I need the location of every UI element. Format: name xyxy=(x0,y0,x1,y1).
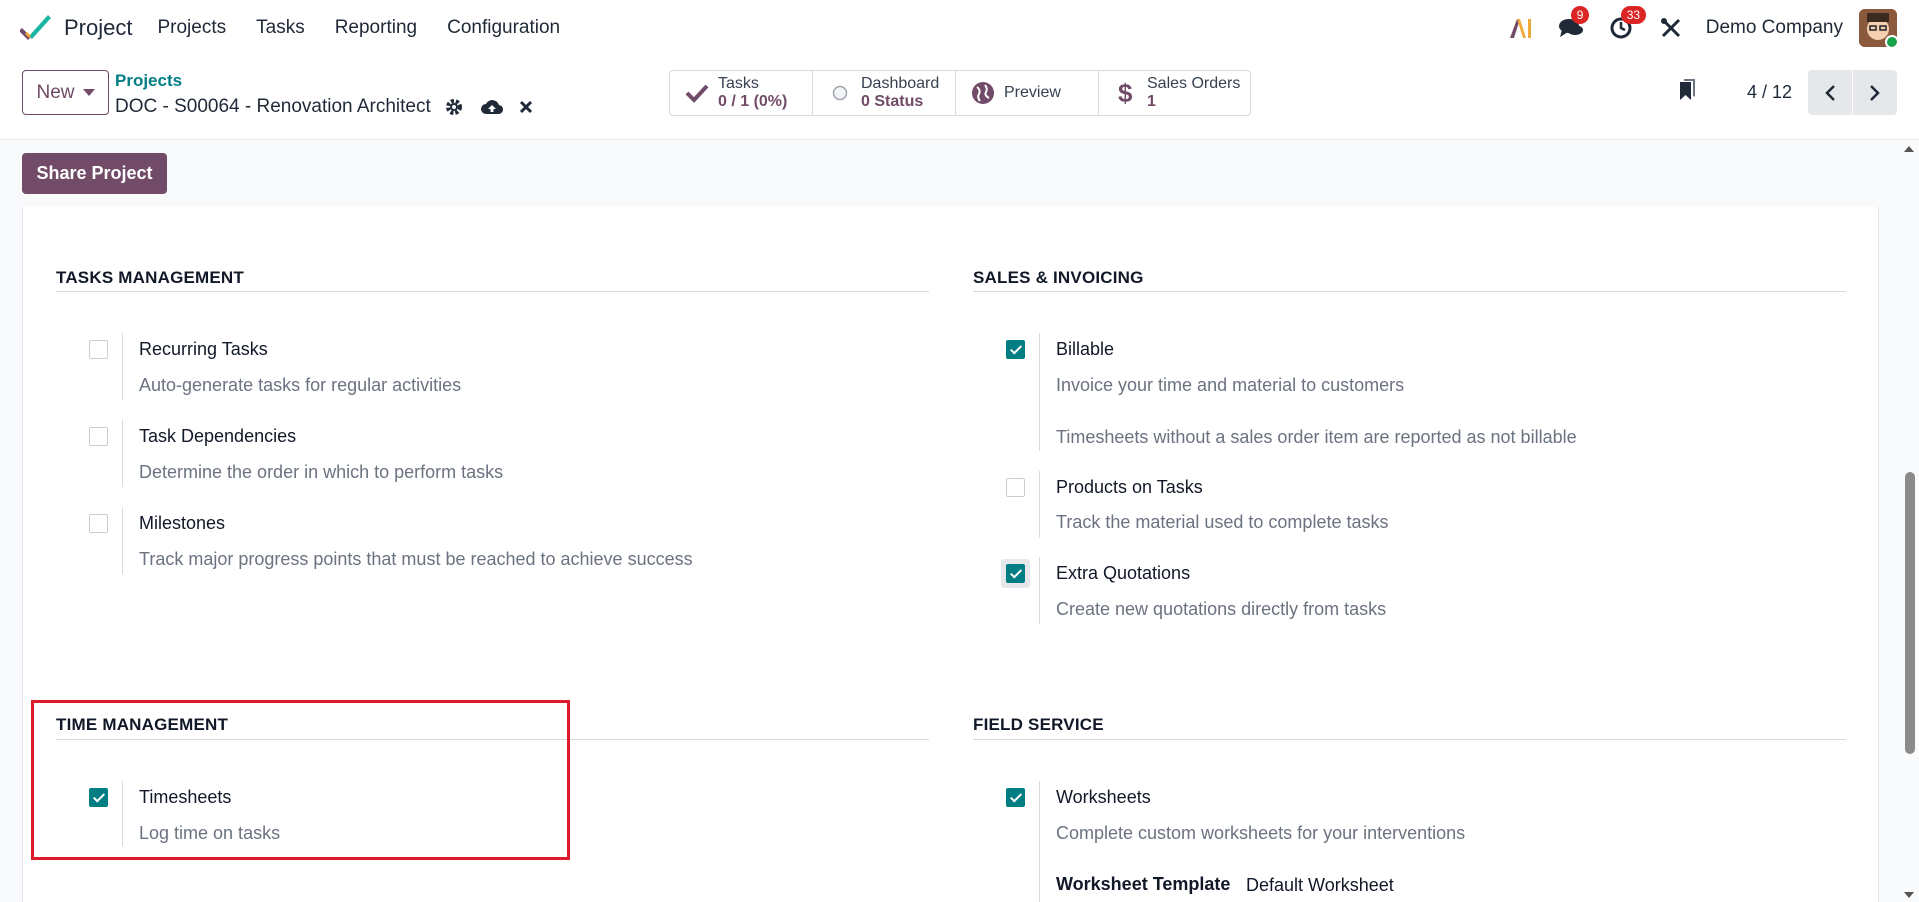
discard-x-icon[interactable] xyxy=(519,100,533,114)
menu-tasks[interactable]: Tasks xyxy=(241,17,320,39)
chevron-left-icon xyxy=(1825,84,1835,101)
preview-label: Preview xyxy=(1004,84,1061,101)
section-divider xyxy=(56,291,929,292)
dashboard-label: Dashboard xyxy=(861,75,940,92)
company-switcher[interactable]: Demo Company xyxy=(1706,17,1843,39)
pager-previous-button[interactable] xyxy=(1808,70,1852,115)
pager: 4 / 12 xyxy=(1677,70,1897,115)
globe-icon xyxy=(970,81,996,105)
setting-divider xyxy=(122,333,123,400)
section-title-field-service: FIELD SERVICE xyxy=(973,715,1104,734)
navbar-systray: 9 33 Demo Company xyxy=(1496,0,1919,56)
billable-checkbox[interactable] xyxy=(1006,340,1025,359)
setting-divider xyxy=(122,507,123,574)
check-icon xyxy=(684,83,710,103)
extra-quotations-description: Create new quotations directly from task… xyxy=(1056,599,1387,619)
online-status-dot xyxy=(1885,35,1897,47)
setting-divider xyxy=(1039,471,1040,538)
activity-count-badge: 33 xyxy=(1620,6,1647,24)
new-button-label: New xyxy=(36,81,75,103)
pager-value[interactable]: 4 / 12 xyxy=(1747,82,1792,103)
section-divider xyxy=(973,291,1846,292)
tools-icon[interactable] xyxy=(1657,14,1685,42)
pager-next-button[interactable] xyxy=(1853,70,1897,115)
top-navbar: Project Projects Tasks Reporting Configu… xyxy=(0,0,1919,56)
task-dependencies-label: Task Dependencies xyxy=(139,426,297,446)
task-dependencies-description: Determine the order in which to perform … xyxy=(139,462,504,482)
dashboard-value: 0 Status xyxy=(861,93,924,110)
status-circle-icon xyxy=(827,85,853,101)
billable-description: Invoice your time and material to custom… xyxy=(1056,375,1405,395)
recurring-tasks-checkbox[interactable] xyxy=(89,340,108,359)
menu-configuration[interactable]: Configuration xyxy=(432,17,575,39)
scrollbar[interactable] xyxy=(1900,140,1919,902)
worksheet-template-label: Worksheet Template xyxy=(1056,874,1231,894)
project-app-icon xyxy=(20,15,51,40)
menu-reporting[interactable]: Reporting xyxy=(320,17,432,39)
recurring-tasks-description: Auto-generate tasks for regular activiti… xyxy=(139,375,462,395)
chat-icon[interactable]: 9 xyxy=(1557,6,1590,42)
new-button[interactable]: New xyxy=(22,70,109,115)
user-avatar[interactable] xyxy=(1859,9,1897,47)
chat-count-badge: 9 xyxy=(1570,6,1590,24)
dollar-icon: $ xyxy=(1113,79,1139,107)
products-on-tasks-description: Track the material used to complete task… xyxy=(1056,512,1389,532)
share-project-button[interactable]: Share Project xyxy=(22,153,167,194)
milestones-label: Milestones xyxy=(139,513,226,533)
section-title-sales-invoicing: SALES & INVOICING xyxy=(973,268,1144,287)
scroll-up-arrow-icon[interactable] xyxy=(1904,146,1914,152)
highlight-annotation-box xyxy=(31,700,570,860)
chevron-right-icon xyxy=(1870,84,1880,101)
setting-divider xyxy=(1039,781,1040,902)
setting-divider xyxy=(1039,557,1040,624)
activity-clock-icon[interactable]: 33 xyxy=(1607,6,1647,42)
billable-note: Timesheets without a sales order item ar… xyxy=(1056,427,1577,447)
setting-divider xyxy=(1039,333,1040,451)
main-menu: Projects Tasks Reporting Configuration xyxy=(142,17,575,39)
preview-smart-button[interactable]: Preview xyxy=(956,71,1099,115)
billable-label: Billable xyxy=(1056,339,1115,359)
cloud-upload-icon[interactable] xyxy=(480,99,503,115)
milestones-description: Track major progress points that must be… xyxy=(139,549,693,569)
smart-buttons: Tasks 0 / 1 (0%) Dashboard 0 Status Previe… xyxy=(669,70,1251,116)
section-divider xyxy=(973,739,1846,740)
worksheet-template-field[interactable]: Default Worksheet xyxy=(1246,875,1394,896)
recurring-tasks-label: Recurring Tasks xyxy=(139,339,268,359)
products-on-tasks-checkbox[interactable] xyxy=(1006,478,1025,497)
app-name: Project xyxy=(64,15,133,40)
caret-down-icon xyxy=(82,89,95,96)
task-dependencies-checkbox[interactable] xyxy=(89,427,108,446)
svg-text:$: $ xyxy=(1118,79,1133,107)
worksheets-description: Complete custom worksheets for your inte… xyxy=(1056,823,1466,843)
products-on-tasks-label: Products on Tasks xyxy=(1056,477,1203,497)
tasks-smart-button[interactable]: Tasks 0 / 1 (0%) xyxy=(670,71,813,115)
setting-divider xyxy=(122,420,123,487)
scroll-down-arrow-icon[interactable] xyxy=(1904,892,1914,898)
extra-quotations-checkbox[interactable] xyxy=(1006,564,1025,583)
tasks-value: 0 / 1 (0%) xyxy=(718,93,788,110)
breadcrumb-projects[interactable]: Projects xyxy=(115,71,182,91)
app-brand[interactable]: Project xyxy=(20,12,132,44)
section-title-tasks-management: TASKS MANAGEMENT xyxy=(56,268,244,287)
tasks-label: Tasks xyxy=(718,75,759,92)
sales-orders-label: Sales Orders xyxy=(1147,75,1241,92)
dashboard-smart-button[interactable]: Dashboard 0 Status xyxy=(813,71,956,115)
record-title: DOC - S00064 - Renovation Architect xyxy=(115,96,431,117)
menu-projects[interactable]: Projects xyxy=(142,17,241,39)
bookmark-icon[interactable] xyxy=(1677,78,1699,107)
control-panel: New Projects DOC - S00064 - Renovation A… xyxy=(0,56,1919,140)
milestones-checkbox[interactable] xyxy=(89,514,108,533)
worksheets-label: Worksheets xyxy=(1056,787,1151,807)
extra-quotations-label: Extra Quotations xyxy=(1056,563,1191,583)
gear-icon[interactable] xyxy=(445,98,463,116)
worksheets-checkbox[interactable] xyxy=(1006,788,1025,807)
scroll-thumb[interactable] xyxy=(1905,472,1915,754)
breadcrumb-current: DOC - S00064 - Renovation Architect xyxy=(115,96,533,118)
sales-orders-smart-button[interactable]: $ Sales Orders 1 xyxy=(1099,71,1250,115)
sales-orders-value: 1 xyxy=(1147,93,1156,110)
ai-icon[interactable] xyxy=(1507,14,1535,42)
